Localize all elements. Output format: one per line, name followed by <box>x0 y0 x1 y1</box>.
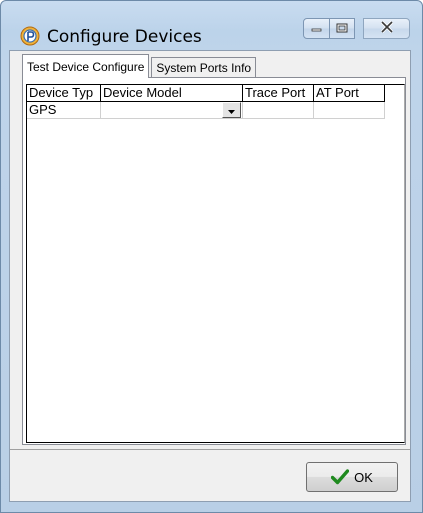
ok-label: OK <box>354 469 373 485</box>
p-logo-icon[interactable] <box>20 26 40 46</box>
device-model-select[interactable] <box>101 102 243 119</box>
table-row: GPS <box>27 102 385 119</box>
caption-buttons <box>303 18 410 39</box>
grid-header-row: Device Typ Device Model Trace Port AT Po… <box>27 85 385 102</box>
footer-divider <box>10 449 410 450</box>
tab-test-device-configure[interactable]: Test Device Configure <box>22 54 150 78</box>
title-bar[interactable]: Configure Devices <box>1 1 422 49</box>
device-model-dropdown-button[interactable] <box>222 102 241 118</box>
devices-grid: Device Typ Device Model Trace Port AT Po… <box>26 84 405 443</box>
tab-strip: Test Device Configure System Ports Info <box>22 53 257 78</box>
column-header-device-model[interactable]: Device Model <box>101 85 243 102</box>
minimize-icon <box>311 20 322 38</box>
column-header-at-port[interactable]: AT Port <box>314 85 385 102</box>
column-header-trace-port[interactable]: Trace Port <box>243 85 314 102</box>
tab-system-ports-info[interactable]: System Ports Info <box>151 57 257 77</box>
tab-panel: Device Typ Device Model Trace Port AT Po… <box>22 77 406 445</box>
chevron-down-icon <box>228 102 235 118</box>
maximize-icon <box>336 20 348 38</box>
cell-device-type[interactable]: GPS <box>27 102 101 119</box>
client-area: Test Device Configure System Ports Info … <box>9 50 411 502</box>
cell-trace-port[interactable] <box>243 102 314 119</box>
close-icon <box>380 20 394 38</box>
configure-devices-window: Configure Devices Test Device Configure <box>0 0 423 513</box>
cell-at-port[interactable] <box>314 102 385 119</box>
window-title: Configure Devices <box>47 27 202 47</box>
ok-button[interactable]: OK <box>306 462 398 492</box>
column-header-device-type[interactable]: Device Typ <box>27 85 101 102</box>
checkmark-icon <box>330 468 350 486</box>
minimize-button[interactable] <box>303 18 330 39</box>
close-button[interactable] <box>363 18 410 39</box>
maximize-button[interactable] <box>329 18 355 39</box>
